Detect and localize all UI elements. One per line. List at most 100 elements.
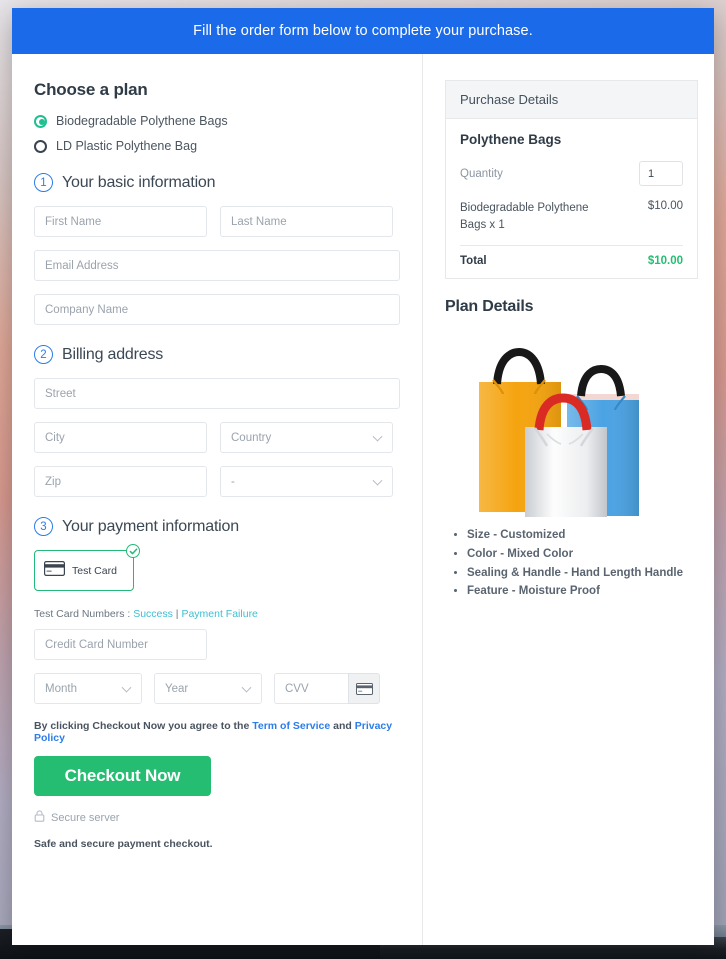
summary-column: Purchase Details Polythene Bags Quantity… (423, 54, 714, 945)
card-body: Choose a plan Biodegradable Polythene Ba… (12, 54, 714, 945)
zip-state-row: Zip - (34, 466, 400, 497)
purchase-details-header: Purchase Details (446, 81, 697, 119)
city-placeholder: City (45, 431, 65, 444)
step-payment-information: 3 Your payment information (34, 517, 400, 536)
step-title: Your payment information (62, 517, 239, 535)
test-card-numbers-note: Test Card Numbers : Success | Payment Fa… (34, 608, 400, 620)
company-name-input[interactable]: Company Name (34, 294, 400, 325)
street-row: Street (34, 378, 400, 409)
secure-server-label: Secure server (51, 812, 120, 824)
last-name-input[interactable]: Last Name (220, 206, 393, 237)
plan-details-heading: Plan Details (445, 298, 534, 316)
credit-card-icon (348, 673, 380, 704)
plan-features-list: Size - Customized Color - Mixed Color Se… (445, 527, 698, 600)
quantity-row: Quantity 1 (460, 161, 683, 186)
first-name-input[interactable]: First Name (34, 206, 207, 237)
safe-checkout-note: Safe and secure payment checkout. (34, 838, 213, 850)
chevron-down-icon (372, 475, 383, 486)
checkout-now-button[interactable]: Checkout Now (34, 756, 211, 796)
credit-card-icon (44, 560, 65, 581)
cvv-input[interactable]: CVV (274, 673, 348, 704)
zip-input[interactable]: Zip (34, 466, 207, 497)
year-placeholder: Year (165, 682, 189, 695)
step-title: Your basic information (62, 173, 216, 191)
test-numbers-prefix: Test Card Numbers : (34, 608, 134, 620)
state-placeholder: - (231, 475, 235, 488)
terms-notice: By clicking Checkout Now you agree to th… (34, 720, 400, 744)
summary-divider (460, 245, 683, 247)
card-number-placeholder: Credit Card Number (45, 638, 148, 651)
product-title: Polythene Bags (460, 132, 562, 147)
chevron-down-icon (121, 682, 132, 693)
first-name-placeholder: First Name (45, 215, 102, 228)
name-row: First Name Last Name (34, 206, 400, 237)
line-item-price: $10.00 (647, 200, 683, 212)
zip-placeholder: Zip (45, 475, 61, 488)
plan-option-label: LD Plastic Polythene Bag (56, 139, 198, 153)
total-row: Total $10.00 (460, 255, 683, 267)
street-input[interactable]: Street (34, 378, 400, 409)
chevron-down-icon (241, 682, 252, 693)
banner-text: Fill the order form below to complete yo… (193, 23, 533, 39)
plan-option-label: Biodegradable Polythene Bags (56, 114, 228, 128)
step-billing-address: 2 Billing address (34, 345, 400, 364)
list-item: Size - Customized (467, 527, 698, 544)
check-circle-icon (126, 544, 140, 558)
email-row: Email Address (34, 250, 400, 281)
step-number: 3 (34, 517, 53, 536)
cvv-placeholder: CVV (285, 682, 309, 695)
list-item: Feature - Moisture Proof (467, 583, 698, 600)
total-value: $10.00 (647, 255, 683, 268)
test-failure-link[interactable]: Payment Failure (181, 608, 257, 620)
email-placeholder: Email Address (45, 259, 119, 272)
plan-option-biodegradable[interactable]: Biodegradable Polythene Bags (34, 114, 400, 128)
line-item-name: Biodegradable Polythene Bags x 1 (460, 202, 589, 231)
email-input[interactable]: Email Address (34, 250, 400, 281)
term-of-service-link[interactable]: Term of Service (252, 720, 330, 732)
line-item-row: Biodegradable Polythene Bags x 1 $10.00 (460, 200, 683, 233)
total-label: Total (460, 255, 487, 268)
city-country-row: City Country (34, 422, 400, 453)
year-select[interactable]: Year (154, 673, 262, 704)
test-success-link[interactable]: Success (133, 608, 173, 620)
step-number: 2 (34, 345, 53, 364)
step-title: Billing address (62, 345, 164, 363)
terms-prefix: By clicking Checkout Now you agree to th… (34, 720, 253, 732)
expiry-cvv-row: Month Year CVV (34, 673, 400, 704)
street-placeholder: Street (45, 387, 76, 400)
choose-plan-heading: Choose a plan (34, 80, 148, 99)
quantity-label: Quantity (460, 167, 503, 180)
country-placeholder: Country (231, 431, 272, 444)
radio-unselected-icon[interactable] (34, 139, 47, 153)
step-number: 1 (34, 173, 53, 192)
card-number-row: Credit Card Number (34, 629, 400, 660)
test-card-label: Test Card (72, 564, 117, 577)
order-form-column: Choose a plan Biodegradable Polythene Ba… (12, 54, 423, 945)
cvv-group: CVV (274, 673, 380, 704)
credit-card-number-input[interactable]: Credit Card Number (34, 629, 207, 660)
company-placeholder: Company Name (45, 303, 129, 316)
month-select[interactable]: Month (34, 673, 142, 704)
list-item: Sealing & Handle - Hand Length Handle (467, 565, 698, 582)
list-item: Color - Mixed Color (467, 546, 698, 563)
purchase-details-panel: Purchase Details Polythene Bags Quantity… (445, 80, 698, 280)
terms-middle: and (330, 720, 355, 732)
state-select[interactable]: - (220, 466, 393, 497)
month-placeholder: Month (45, 682, 77, 695)
page-banner: Fill the order form below to complete yo… (12, 8, 714, 54)
company-row: Company Name (34, 294, 400, 325)
chevron-down-icon (372, 431, 383, 442)
quantity-input[interactable]: 1 (639, 161, 683, 186)
secure-server-row: Secure server (34, 809, 400, 827)
radio-selected-icon[interactable] (34, 114, 47, 128)
city-input[interactable]: City (34, 422, 207, 453)
polythene-bags-image (445, 322, 698, 518)
checkout-card: Fill the order form below to complete yo… (12, 8, 714, 945)
lock-icon (34, 809, 45, 827)
last-name-placeholder: Last Name (231, 215, 287, 228)
purchase-details-body: Polythene Bags Quantity 1 Biodegradable … (446, 119, 697, 278)
plan-option-ld-plastic[interactable]: LD Plastic Polythene Bag (34, 139, 400, 153)
test-card-option[interactable]: Test Card (34, 544, 140, 591)
country-select[interactable]: Country (220, 422, 393, 453)
step-basic-information: 1 Your basic information (34, 173, 400, 192)
